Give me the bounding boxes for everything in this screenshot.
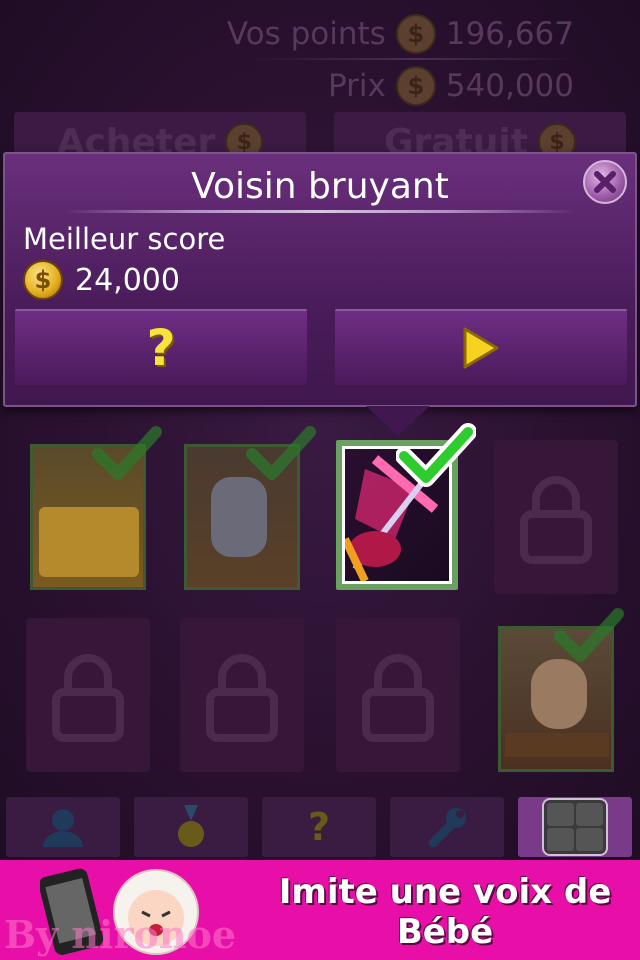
question-icon: ?: [146, 319, 176, 377]
tool-cell: [576, 828, 603, 851]
level-tile-locked[interactable]: [336, 618, 460, 772]
tool-cell: [547, 828, 574, 851]
close-icon: [594, 171, 616, 193]
check-icon: [246, 426, 316, 480]
title-divider: [65, 210, 575, 213]
coin-icon: $: [395, 14, 436, 54]
price-label: Prix: [327, 68, 386, 104]
check-icon: [92, 426, 162, 480]
sumo-ring: [505, 733, 609, 757]
coin-icon: $: [395, 66, 436, 106]
lock-icon: [206, 654, 278, 742]
level-tile-sumo[interactable]: [494, 608, 624, 776]
check-icon: [396, 423, 476, 487]
best-score-label: Meilleur score: [23, 222, 226, 256]
points-row: Vos points $ 196,667: [227, 14, 574, 54]
points-label: Vos points: [226, 16, 386, 52]
nav-settings[interactable]: [390, 797, 504, 857]
profile-icon: [43, 809, 83, 847]
help-icon: ?: [307, 805, 331, 849]
ad-text[interactable]: Imite une voix de Bébé: [250, 872, 640, 952]
level-tile-locked[interactable]: [180, 618, 304, 772]
help-button[interactable]: ?: [15, 309, 307, 385]
slot-machine-shape: [39, 507, 139, 577]
coin-icon: $: [23, 260, 63, 300]
cartoon-figure: [211, 477, 267, 557]
nav-profile[interactable]: [6, 797, 120, 857]
lock-icon: [520, 476, 592, 564]
best-score-row: $ 24,000: [23, 260, 180, 300]
ad-line2: Bébé: [396, 912, 494, 952]
level-tile-slot[interactable]: [26, 426, 162, 594]
level-tile-locked[interactable]: [26, 618, 150, 772]
level-tile-locked[interactable]: [494, 440, 618, 594]
divider: [250, 58, 580, 60]
nav-medal[interactable]: [134, 797, 248, 857]
sumo-figure: [531, 659, 587, 729]
tool-cell: [576, 803, 603, 826]
level-tile-cartoon[interactable]: [180, 426, 316, 594]
tools-icon: [542, 798, 608, 856]
check-icon: [554, 608, 624, 662]
price-value: 540,000: [445, 68, 574, 104]
popup-title: Voisin bruyant: [191, 166, 449, 207]
lock-icon: [52, 654, 124, 742]
level-popup: Voisin bruyant Meilleur score $ 24,000 ?: [3, 152, 637, 407]
close-button[interactable]: [583, 160, 627, 204]
watermark: By nironoe: [4, 912, 237, 957]
nav-tools[interactable]: [518, 797, 632, 857]
wrench-icon: [428, 808, 466, 848]
price-row: Prix $ 540,000: [328, 66, 574, 106]
best-score-value: 24,000: [75, 262, 180, 298]
lock-icon: [362, 654, 434, 742]
level-tile-guitar[interactable]: [336, 423, 476, 590]
ad-line1: Imite une voix de: [278, 872, 612, 912]
play-button[interactable]: [335, 309, 627, 385]
play-icon: [463, 327, 499, 369]
tool-cell: [547, 803, 574, 826]
nav-help[interactable]: ?: [262, 797, 376, 857]
medal-icon: [178, 805, 204, 847]
points-value: 196,667: [445, 16, 574, 52]
